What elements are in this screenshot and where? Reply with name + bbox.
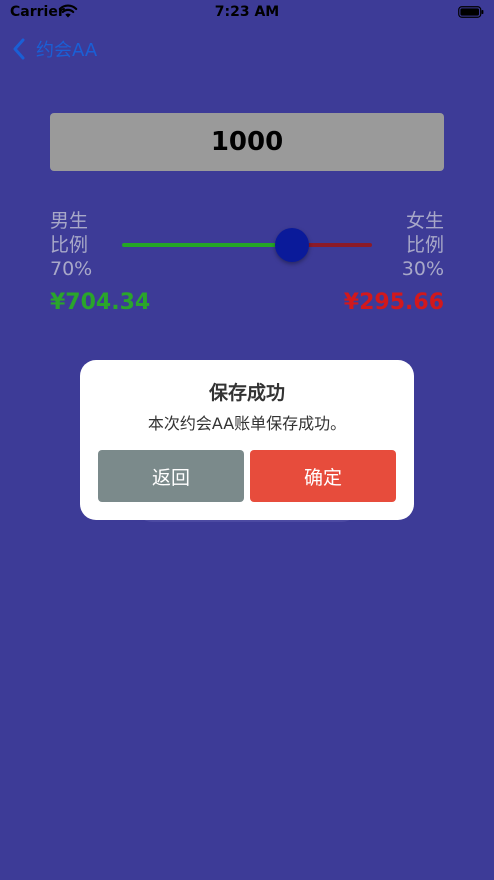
alert-message: 本次约会AA账单保存成功。: [147, 414, 347, 433]
alert-overlay: 保存成功 本次约会AA账单保存成功。 返回 确定: [0, 0, 494, 880]
confirm-button[interactable]: 确定: [250, 450, 396, 502]
alert-title: 保存成功: [208, 382, 285, 404]
return-button[interactable]: 返回: [98, 450, 244, 502]
save-success-alert: 保存成功 本次约会AA账单保存成功。 返回 确定: [80, 360, 414, 520]
